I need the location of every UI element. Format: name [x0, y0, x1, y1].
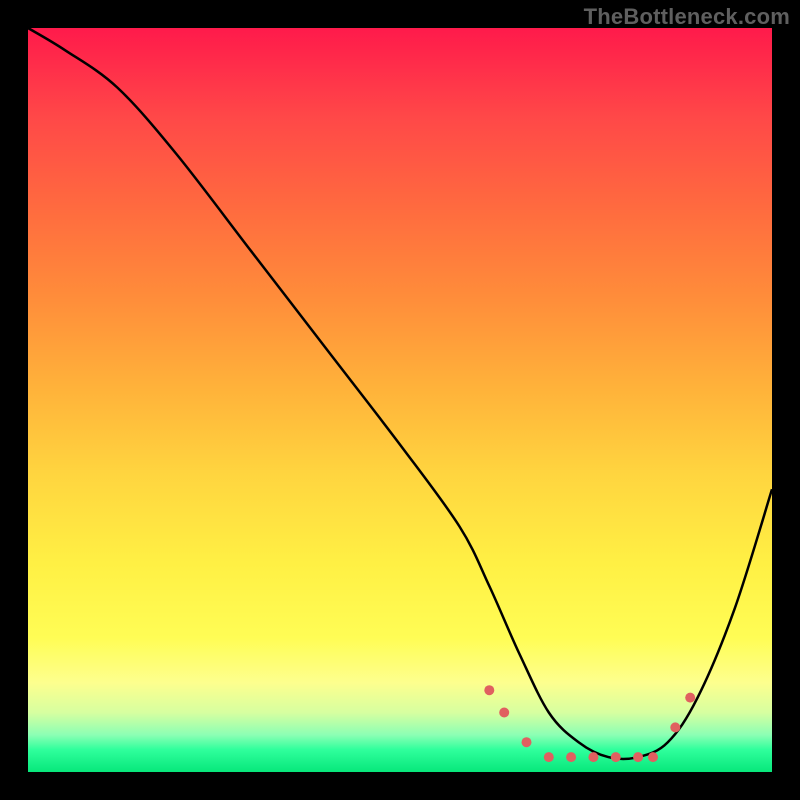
- plot-area: [28, 28, 772, 772]
- watermark-text: TheBottleneck.com: [584, 4, 790, 30]
- curve-marker: [633, 752, 643, 762]
- curve-marker: [670, 722, 680, 732]
- curve-marker: [484, 685, 494, 695]
- chart-stage: TheBottleneck.com: [0, 0, 800, 800]
- curve-marker: [685, 693, 695, 703]
- curve-marker: [522, 737, 532, 747]
- curve-marker: [544, 752, 554, 762]
- bottleneck-curve-path: [28, 28, 772, 759]
- curve-marker: [648, 752, 658, 762]
- curve-marker: [588, 752, 598, 762]
- curve-marker: [566, 752, 576, 762]
- curve-marker: [499, 708, 509, 718]
- curve-svg: [28, 28, 772, 772]
- curve-marker: [611, 752, 621, 762]
